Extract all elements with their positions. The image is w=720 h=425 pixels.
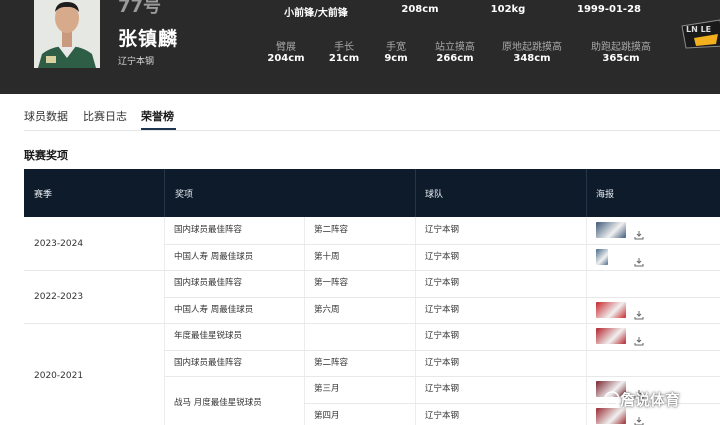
stat-value-hand-length: 21cm bbox=[328, 53, 360, 64]
stat-label-hand-length: 手长 bbox=[334, 42, 354, 53]
header-team: 球队 bbox=[425, 190, 444, 200]
row-divider bbox=[164, 376, 720, 377]
award-team: 辽宁本钢 bbox=[425, 304, 460, 315]
row-divider bbox=[164, 296, 720, 298]
stat-label-standing-vertical: 原地起跳摸高 bbox=[502, 42, 562, 53]
column-divider bbox=[304, 217, 305, 425]
award-team: 辽宁本钢 bbox=[425, 384, 460, 395]
league-logo-text: LN LE bbox=[686, 25, 711, 34]
stat-label-standing-reach: 站立摸高 bbox=[435, 42, 475, 53]
download-icon[interactable] bbox=[634, 305, 644, 320]
award-detail: 第六周 bbox=[314, 304, 340, 315]
header-award: 奖项 bbox=[175, 190, 194, 200]
award-name: 国内球员最佳阵容 bbox=[174, 225, 243, 236]
award-name: 战马 月度最佳星锐球员 bbox=[174, 397, 262, 408]
league-logo: LN LE bbox=[680, 16, 720, 50]
column-divider bbox=[586, 217, 587, 425]
download-icon[interactable] bbox=[634, 225, 644, 240]
player-name: 张镇麟 bbox=[118, 28, 179, 50]
player-avatar bbox=[34, 0, 100, 68]
season-label: 2022-2023 bbox=[34, 291, 84, 302]
player-weight: 102kg bbox=[490, 4, 526, 15]
download-icon[interactable] bbox=[634, 252, 644, 267]
season-label: 2020-2021 bbox=[34, 371, 84, 381]
player-height: 208cm bbox=[401, 4, 439, 15]
row-divider bbox=[164, 349, 720, 351]
award-team: 辽宁本钢 bbox=[425, 410, 460, 421]
award-detail: 第十周 bbox=[314, 251, 340, 262]
header-season: 赛季 bbox=[34, 190, 53, 200]
award-name: 中国人寿 周最佳球员 bbox=[174, 251, 254, 262]
poster-thumbnail[interactable] bbox=[596, 301, 626, 318]
watermark-icon bbox=[604, 391, 620, 407]
table-row bbox=[24, 270, 720, 297]
download-icon[interactable] bbox=[634, 331, 644, 346]
row-divider bbox=[24, 323, 720, 324]
column-divider bbox=[164, 217, 165, 425]
header-poster: 海报 bbox=[596, 190, 615, 200]
award-name: 国内球员最佳阵容 bbox=[174, 278, 243, 289]
stat-label-hand-width: 手宽 bbox=[386, 42, 406, 53]
column-divider bbox=[415, 217, 416, 425]
stat-value-running-vertical: 365cm bbox=[602, 53, 640, 64]
section-title: 联赛奖项 bbox=[24, 149, 68, 162]
watermark: 詹说体育 bbox=[620, 391, 681, 409]
row-divider bbox=[164, 243, 720, 245]
poster-thumbnail[interactable] bbox=[596, 407, 626, 424]
tab-player-stats[interactable]: 球员数据 bbox=[24, 108, 68, 124]
header-divider bbox=[586, 169, 587, 217]
header-divider bbox=[164, 169, 165, 217]
stat-value-wingspan: 204cm bbox=[267, 53, 305, 64]
award-team: 辽宁本钢 bbox=[425, 331, 460, 342]
table-row bbox=[24, 244, 720, 271]
poster-thumbnail[interactable] bbox=[596, 222, 626, 239]
award-detail: 第四月 bbox=[314, 410, 340, 421]
award-detail: 第二阵容 bbox=[314, 225, 349, 236]
download-icon[interactable] bbox=[634, 411, 644, 425]
poster-thumbnail[interactable] bbox=[596, 248, 608, 265]
award-team: 辽宁本钢 bbox=[425, 225, 460, 236]
award-detail: 第三月 bbox=[314, 384, 340, 395]
stat-value-standing-reach: 266cm bbox=[436, 53, 474, 64]
player-birthday: 1999-01-28 bbox=[577, 4, 641, 15]
award-name: 国内球员最佳阵容 bbox=[174, 357, 243, 368]
player-team: 辽宁本钢 bbox=[118, 57, 155, 67]
tab-honors[interactable]: 荣誉榜 bbox=[141, 108, 174, 124]
award-team: 辽宁本钢 bbox=[425, 278, 460, 289]
player-position: 小前锋/大前锋 bbox=[284, 8, 348, 19]
award-name: 年度最佳星锐球员 bbox=[174, 331, 243, 342]
award-team: 辽宁本钢 bbox=[425, 251, 460, 262]
tab-game-log[interactable]: 比赛日志 bbox=[83, 108, 127, 124]
stat-label-running-vertical: 助跑起跳摸高 bbox=[591, 42, 651, 53]
table-row bbox=[24, 350, 720, 377]
award-detail: 第一阵容 bbox=[314, 278, 349, 289]
award-detail: 第二阵容 bbox=[314, 357, 349, 368]
award-team: 辽宁本钢 bbox=[425, 357, 460, 368]
player-header: 77号 张镇麟 辽宁本钢 小前锋/大前锋 208cm 102kg 1999-01… bbox=[0, 0, 720, 94]
jersey-number: 77号 bbox=[118, 0, 162, 17]
award-name: 中国人寿 周最佳球员 bbox=[174, 304, 254, 315]
header-divider bbox=[415, 169, 416, 217]
stat-value-hand-width: 9cm bbox=[384, 53, 408, 64]
awards-table-header: 赛季 奖项 球队 海报 bbox=[24, 169, 720, 217]
stat-value-standing-vertical: 348cm bbox=[513, 53, 551, 64]
poster-thumbnail[interactable] bbox=[596, 328, 626, 345]
row-divider bbox=[24, 270, 720, 271]
tabs-divider bbox=[24, 130, 720, 131]
stat-label-wingspan: 臂展 bbox=[276, 42, 296, 53]
season-label: 2023-2024 bbox=[34, 238, 84, 249]
